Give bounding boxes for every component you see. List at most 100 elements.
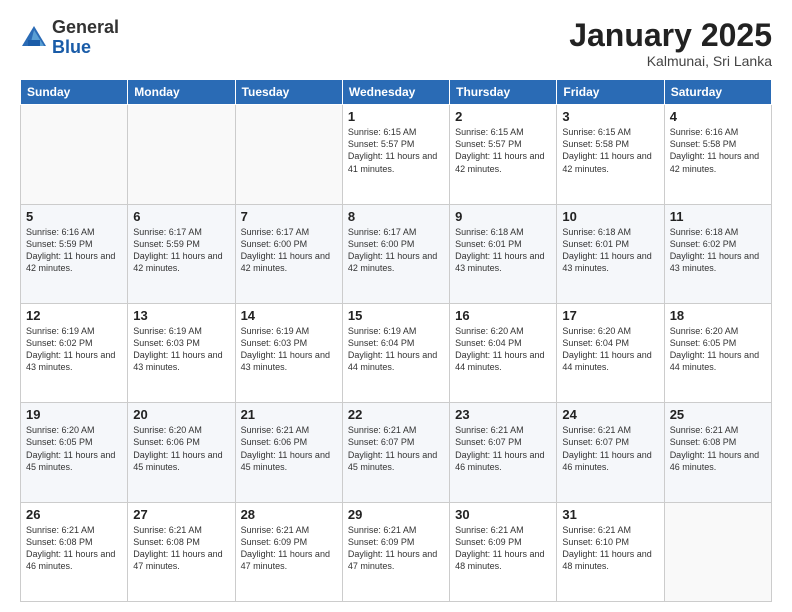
- day-info: Sunrise: 6:15 AM Sunset: 5:57 PM Dayligh…: [455, 126, 551, 175]
- calendar-cell: 14 Sunrise: 6:19 AM Sunset: 6:03 PM Dayli…: [235, 303, 342, 402]
- day-number: 21: [241, 407, 337, 422]
- calendar-cell: 27 Sunrise: 6:21 AM Sunset: 6:08 PM Dayli…: [128, 502, 235, 601]
- day-info: Sunrise: 6:21 AM Sunset: 6:08 PM Dayligh…: [26, 524, 122, 573]
- calendar-cell: 2Sunrise: 6:15 AM Sunset: 5:57 PM Daylig…: [450, 105, 557, 204]
- day-info: Sunrise: 6:21 AM Sunset: 6:07 PM Dayligh…: [348, 424, 444, 473]
- day-number: 10: [562, 209, 658, 224]
- calendar-week-row: 26Sunrise: 6:21 AM Sunset: 6:08 PM Dayli…: [21, 502, 772, 601]
- day-info: Sunrise: 6:17 AM Sunset: 6:00 PM Dayligh…: [241, 226, 337, 275]
- logo-blue: Blue: [52, 37, 91, 57]
- calendar-cell: 23 Sunrise: 6:21 AM Sunset: 6:07 PM Dayli…: [450, 403, 557, 502]
- day-info: Sunrise: 6:20 AM Sunset: 6:06 PM Dayligh…: [133, 424, 229, 473]
- day-info: Sunrise: 6:16 AM Sunset: 5:58 PM Dayligh…: [670, 126, 766, 175]
- calendar-cell: 3 Sunrise: 6:15 AM Sunset: 5:58 PM Daylig…: [557, 105, 664, 204]
- calendar-week-row: 19 Sunrise: 6:20 AM Sunset: 6:05 PM Dayli…: [21, 403, 772, 502]
- day-info: Sunrise: 6:20 AM Sunset: 6:04 PM Dayligh…: [455, 325, 551, 374]
- calendar-cell: 26Sunrise: 6:21 AM Sunset: 6:08 PM Dayli…: [21, 502, 128, 601]
- day-number: 31: [562, 507, 658, 522]
- weekday-header: Wednesday: [342, 80, 449, 105]
- day-number: 28: [241, 507, 337, 522]
- day-info: Sunrise: 6:21 AM Sunset: 6:09 PM Dayligh…: [241, 524, 337, 573]
- day-number: 19: [26, 407, 122, 422]
- day-info: Sunrise: 6:17 AM Sunset: 6:00 PM Dayligh…: [348, 226, 444, 275]
- day-info: Sunrise: 6:18 AM Sunset: 6:01 PM Dayligh…: [562, 226, 658, 275]
- calendar-cell: 20 Sunrise: 6:20 AM Sunset: 6:06 PM Dayli…: [128, 403, 235, 502]
- logo: General Blue: [20, 18, 119, 58]
- day-info: Sunrise: 6:20 AM Sunset: 6:05 PM Dayligh…: [26, 424, 122, 473]
- day-number: 30: [455, 507, 551, 522]
- day-info: Sunrise: 6:20 AM Sunset: 6:05 PM Dayligh…: [670, 325, 766, 374]
- day-number: 29: [348, 507, 444, 522]
- weekday-header-row: SundayMondayTuesdayWednesdayThursdayFrid…: [21, 80, 772, 105]
- day-info: Sunrise: 6:21 AM Sunset: 6:09 PM Dayligh…: [348, 524, 444, 573]
- calendar-cell: 13Sunrise: 6:19 AM Sunset: 6:03 PM Dayli…: [128, 303, 235, 402]
- day-info: Sunrise: 6:20 AM Sunset: 6:04 PM Dayligh…: [562, 325, 658, 374]
- day-number: 27: [133, 507, 229, 522]
- day-number: 6: [133, 209, 229, 224]
- day-info: Sunrise: 6:15 AM Sunset: 5:58 PM Dayligh…: [562, 126, 658, 175]
- day-number: 14: [241, 308, 337, 323]
- calendar-cell: 29 Sunrise: 6:21 AM Sunset: 6:09 PM Dayli…: [342, 502, 449, 601]
- day-info: Sunrise: 6:21 AM Sunset: 6:07 PM Dayligh…: [455, 424, 551, 473]
- calendar-week-row: 1 Sunrise: 6:15 AM Sunset: 5:57 PM Daylig…: [21, 105, 772, 204]
- day-number: 3: [562, 109, 658, 124]
- weekday-header: Monday: [128, 80, 235, 105]
- day-number: 9: [455, 209, 551, 224]
- day-info: Sunrise: 6:19 AM Sunset: 6:02 PM Dayligh…: [26, 325, 122, 374]
- weekday-header: Friday: [557, 80, 664, 105]
- day-info: Sunrise: 6:16 AM Sunset: 5:59 PM Dayligh…: [26, 226, 122, 275]
- day-info: Sunrise: 6:21 AM Sunset: 6:08 PM Dayligh…: [670, 424, 766, 473]
- day-number: 12: [26, 308, 122, 323]
- day-number: 23: [455, 407, 551, 422]
- day-number: 11: [670, 209, 766, 224]
- calendar-week-row: 5 Sunrise: 6:16 AM Sunset: 5:59 PM Daylig…: [21, 204, 772, 303]
- calendar-page: General Blue January 2025 Kalmunai, Sri …: [0, 0, 792, 612]
- calendar-cell: 4 Sunrise: 6:16 AM Sunset: 5:58 PM Daylig…: [664, 105, 771, 204]
- day-info: Sunrise: 6:19 AM Sunset: 6:03 PM Dayligh…: [241, 325, 337, 374]
- logo-text: General Blue: [52, 18, 119, 58]
- calendar-cell: 6 Sunrise: 6:17 AM Sunset: 5:59 PM Daylig…: [128, 204, 235, 303]
- day-number: 1: [348, 109, 444, 124]
- weekday-header: Sunday: [21, 80, 128, 105]
- calendar-cell: 16 Sunrise: 6:20 AM Sunset: 6:04 PM Dayli…: [450, 303, 557, 402]
- day-info: Sunrise: 6:18 AM Sunset: 6:01 PM Dayligh…: [455, 226, 551, 275]
- weekday-header: Thursday: [450, 80, 557, 105]
- day-number: 16: [455, 308, 551, 323]
- calendar-cell: 25 Sunrise: 6:21 AM Sunset: 6:08 PM Dayli…: [664, 403, 771, 502]
- calendar-cell: 18 Sunrise: 6:20 AM Sunset: 6:05 PM Dayli…: [664, 303, 771, 402]
- calendar-cell: 21 Sunrise: 6:21 AM Sunset: 6:06 PM Dayli…: [235, 403, 342, 502]
- day-info: Sunrise: 6:17 AM Sunset: 5:59 PM Dayligh…: [133, 226, 229, 275]
- calendar-cell: 31 Sunrise: 6:21 AM Sunset: 6:10 PM Dayli…: [557, 502, 664, 601]
- calendar-cell: [664, 502, 771, 601]
- day-number: 13: [133, 308, 229, 323]
- day-info: Sunrise: 6:21 AM Sunset: 6:10 PM Dayligh…: [562, 524, 658, 573]
- day-info: Sunrise: 6:21 AM Sunset: 6:08 PM Dayligh…: [133, 524, 229, 573]
- calendar-cell: 5 Sunrise: 6:16 AM Sunset: 5:59 PM Daylig…: [21, 204, 128, 303]
- weekday-header: Saturday: [664, 80, 771, 105]
- weekday-header: Tuesday: [235, 80, 342, 105]
- day-number: 4: [670, 109, 766, 124]
- month-title: January 2025: [569, 18, 772, 53]
- calendar-cell: [128, 105, 235, 204]
- day-number: 18: [670, 308, 766, 323]
- calendar-cell: 7 Sunrise: 6:17 AM Sunset: 6:00 PM Daylig…: [235, 204, 342, 303]
- title-block: January 2025 Kalmunai, Sri Lanka: [569, 18, 772, 69]
- calendar-cell: 24Sunrise: 6:21 AM Sunset: 6:07 PM Dayli…: [557, 403, 664, 502]
- calendar-table: SundayMondayTuesdayWednesdayThursdayFrid…: [20, 79, 772, 602]
- calendar-cell: 19 Sunrise: 6:20 AM Sunset: 6:05 PM Dayli…: [21, 403, 128, 502]
- calendar-cell: 28 Sunrise: 6:21 AM Sunset: 6:09 PM Dayli…: [235, 502, 342, 601]
- day-number: 25: [670, 407, 766, 422]
- header: General Blue January 2025 Kalmunai, Sri …: [20, 18, 772, 69]
- day-number: 15: [348, 308, 444, 323]
- day-info: Sunrise: 6:21 AM Sunset: 6:06 PM Dayligh…: [241, 424, 337, 473]
- day-number: 5: [26, 209, 122, 224]
- calendar-cell: 30 Sunrise: 6:21 AM Sunset: 6:09 PM Dayli…: [450, 502, 557, 601]
- location-subtitle: Kalmunai, Sri Lanka: [569, 53, 772, 69]
- logo-general: General: [52, 17, 119, 37]
- calendar-cell: 15Sunrise: 6:19 AM Sunset: 6:04 PM Dayli…: [342, 303, 449, 402]
- day-number: 20: [133, 407, 229, 422]
- day-info: Sunrise: 6:21 AM Sunset: 6:09 PM Dayligh…: [455, 524, 551, 573]
- day-number: 17: [562, 308, 658, 323]
- day-number: 7: [241, 209, 337, 224]
- day-number: 24: [562, 407, 658, 422]
